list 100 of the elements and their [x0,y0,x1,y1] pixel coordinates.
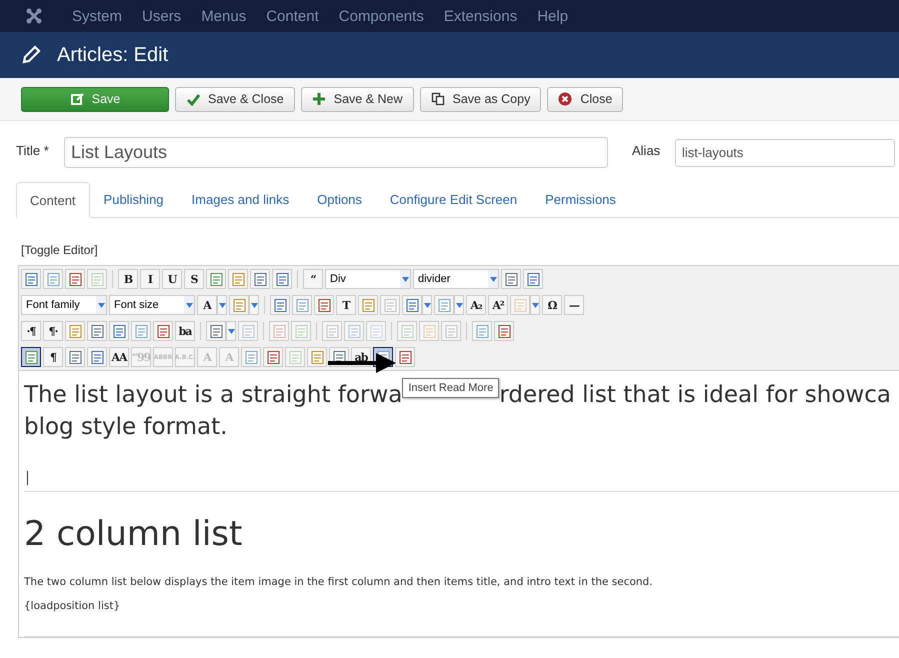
close-icon [558,92,572,106]
heading: 2 column list [24,513,244,556]
body-text: blog style format. [24,413,228,442]
document-icon [24,350,38,364]
toolbar-button[interactable]: Ω [542,295,562,315]
document-icon [156,324,170,338]
menu-item[interactable]: Extensions [434,8,528,24]
document-icon [90,272,104,286]
caret-icon [490,276,496,282]
title-field[interactable]: List Layouts [64,137,608,168]
dropdown[interactable]: Font family [21,295,107,315]
pencil-icon [21,45,41,65]
toolbar-button[interactable]: T [336,295,356,315]
document-icon [474,324,490,338]
document-icon [504,272,518,286]
check-icon [186,92,200,106]
caret-icon [218,302,226,308]
tab[interactable]: Images and links [178,182,304,217]
toolbar-button[interactable]: A² [488,295,508,315]
action-button[interactable]: Save & New [300,86,414,112]
dropdown-button[interactable] [226,321,236,341]
body-text: {loadposition list} [24,600,122,612]
caret-icon [424,302,430,308]
menu-item[interactable]: Content [256,8,329,24]
tab[interactable]: Configure Edit Screen [376,182,532,217]
action-button[interactable]: Save as Copy [420,86,542,112]
dropdown[interactable]: Div [325,269,411,289]
body-text: rdered list that is ideal for showca [499,381,891,410]
document-icon [90,324,104,338]
caret-icon [402,276,408,282]
toolbar-button[interactable]: ·¶ [21,321,41,341]
copy-icon [430,92,445,106]
dropdown[interactable]: divider [413,269,499,289]
document-icon [382,298,398,312]
document-icon [208,272,224,286]
document-icon [400,324,414,338]
document-icon [404,298,420,312]
toolbar-button[interactable]: A₂ [466,295,486,315]
body-text: The list layout is a straight forwa [24,381,402,410]
menu-item[interactable]: Menus [191,8,256,24]
dropdown[interactable]: Font size [109,295,195,315]
document-icon [134,324,148,338]
action-button[interactable]: Save & Close [175,86,295,112]
arrow [328,351,398,375]
toggle-editor-link[interactable]: [Toggle Editor] [21,243,899,257]
toolbar-button[interactable]: AA [109,347,129,367]
alias-field[interactable]: list-layouts [675,138,895,166]
toolbar-button[interactable]: — [564,295,584,315]
document-icon [252,272,268,286]
dropdown-button[interactable] [422,295,432,315]
tab[interactable]: Permissions [531,182,630,217]
document-icon [360,298,376,312]
menu-item[interactable]: System [62,8,132,24]
document-icon [496,324,512,338]
document-icon [272,324,286,338]
toolbar-button[interactable]: A [197,295,217,315]
document-icon [310,350,324,364]
page-title: Articles: Edit [57,44,168,66]
toolbar-button[interactable]: ¶ [43,347,63,367]
toolbar-button[interactable]: U [162,269,182,289]
tab[interactable]: Options [303,182,376,217]
tab[interactable]: Content [16,182,90,218]
logo-icon[interactable] [26,8,42,24]
edit-icon [70,92,84,106]
document-icon [90,350,104,364]
toolbar-button[interactable]: S [184,269,204,289]
document-icon [422,324,436,338]
document-icon [274,272,290,286]
toolbar-button[interactable]: ba [175,321,195,341]
toolbar-button[interactable]: “ [303,269,323,289]
document-icon [244,350,258,364]
menu-item[interactable]: Help [527,8,578,24]
toolbar-button[interactable]: ¶· [43,321,63,341]
document-icon [208,324,224,338]
document-icon [266,350,280,364]
menu-item[interactable]: Components [328,8,434,24]
action-button[interactable]: Close [547,86,624,112]
menu-item[interactable]: Users [132,8,192,24]
document-icon [512,298,528,312]
action-button[interactable]: Save [21,86,169,112]
document-icon [346,324,362,338]
caret-icon [98,302,104,308]
dropdown-button[interactable] [217,295,227,315]
document-icon [398,350,412,364]
caret-icon [456,302,462,308]
document-icon [24,272,38,286]
dropdown-button[interactable] [249,295,259,315]
toolbar-button[interactable] [21,347,41,367]
dropdown-button[interactable] [454,295,464,315]
document-icon [68,272,82,286]
caret-icon [532,302,538,308]
caret-icon [186,302,192,308]
document-icon [232,298,246,312]
document-icon [272,298,288,312]
toolbar-button[interactable]: I [140,269,160,289]
document-icon [288,350,302,364]
toolbar-button[interactable]: B [118,269,138,289]
document-icon [294,298,310,312]
tab[interactable]: Publishing [90,182,178,217]
document-icon [436,298,452,312]
